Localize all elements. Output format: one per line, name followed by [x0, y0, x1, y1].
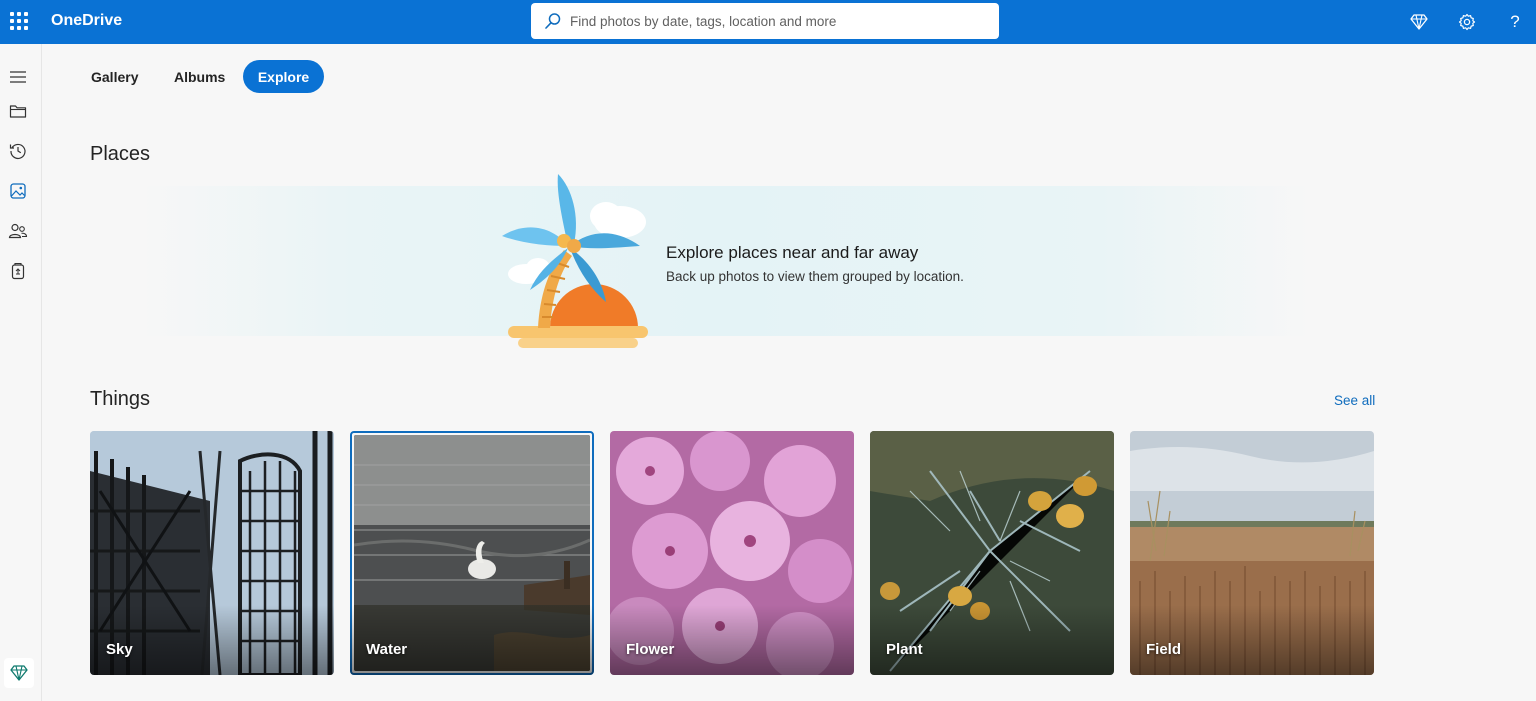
thing-label: Flower: [626, 641, 675, 658]
tile-shade: [1130, 605, 1374, 675]
help-icon[interactable]: ?: [1504, 11, 1526, 33]
tile-shade: [90, 605, 334, 675]
tab-explore[interactable]: Explore: [243, 60, 324, 93]
thing-label: Sky: [106, 641, 133, 658]
photos-icon[interactable]: [7, 180, 29, 202]
top-bar: OneDrive ?: [0, 0, 1536, 44]
people-icon[interactable]: [7, 220, 29, 242]
app-title[interactable]: OneDrive: [51, 12, 122, 30]
search-icon: [542, 10, 564, 32]
tile-shade: [350, 605, 594, 675]
thing-tile-field[interactable]: Field: [1130, 431, 1374, 675]
thing-tile-plant[interactable]: Plant: [870, 431, 1114, 675]
tab-albums[interactable]: Albums: [157, 60, 242, 93]
thing-label: Water: [366, 641, 408, 658]
search-box[interactable]: [531, 3, 999, 39]
search-input[interactable]: [570, 13, 990, 29]
places-section-title: Places: [90, 143, 151, 165]
recycle-bin-icon[interactable]: [7, 260, 29, 282]
thing-tile-flower[interactable]: Flower: [610, 431, 854, 675]
premium-diamond-icon[interactable]: [4, 658, 34, 688]
gear-icon[interactable]: [1456, 11, 1478, 33]
places-heading: Explore places near and far away: [666, 243, 919, 262]
things-section-title: Things: [90, 388, 151, 410]
tile-shade: [870, 605, 1114, 675]
thing-tile-water[interactable]: Water: [350, 431, 594, 675]
app-launcher-icon[interactable]: [10, 12, 28, 30]
folder-icon[interactable]: [7, 100, 29, 122]
hamburger-icon[interactable]: [7, 66, 29, 88]
see-all-link[interactable]: See all: [1334, 393, 1375, 408]
thing-label: Plant: [886, 641, 923, 658]
tile-shade: [610, 605, 854, 675]
places-subtext: Back up photos to view them grouped by l…: [666, 269, 964, 284]
thing-label: Field: [1146, 641, 1182, 658]
left-nav-rail: [0, 44, 42, 701]
history-icon[interactable]: [7, 140, 29, 162]
diamond-icon[interactable]: [1408, 11, 1430, 33]
thing-tile-sky[interactable]: Sky: [90, 431, 334, 675]
palm-tree-illustration: [494, 168, 654, 358]
tab-gallery[interactable]: Gallery: [74, 60, 155, 93]
